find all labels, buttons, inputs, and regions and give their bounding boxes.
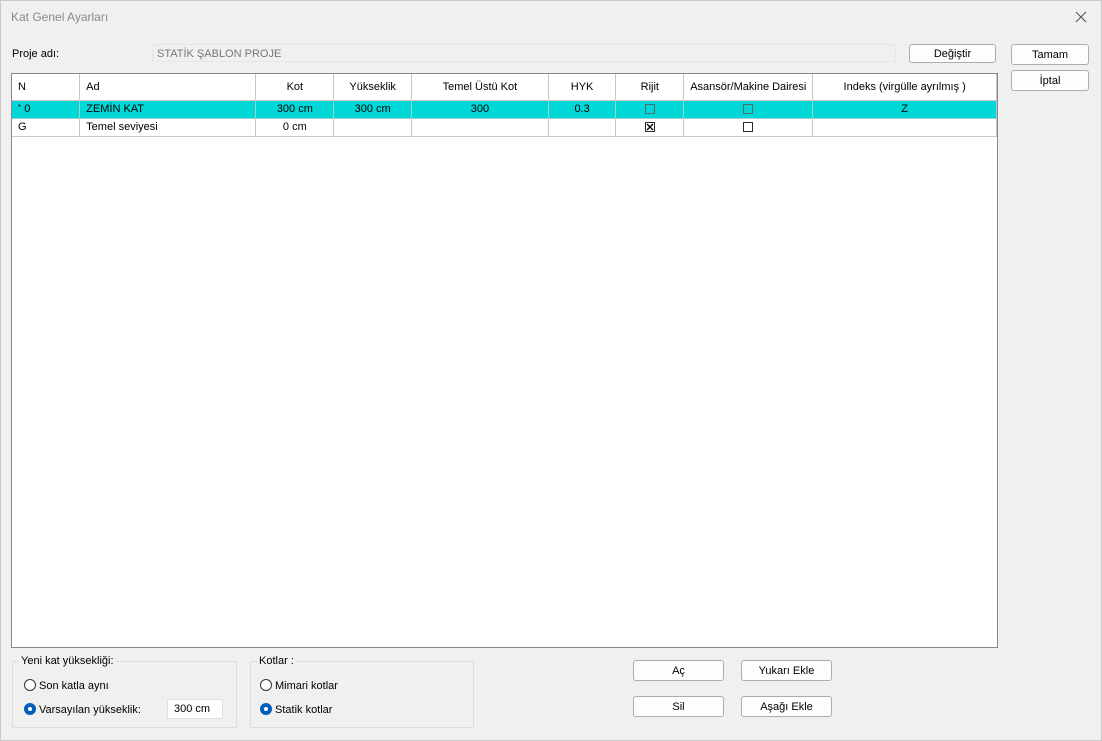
same-as-last-label[interactable]: Son katla aynı xyxy=(39,680,109,692)
delete-button[interactable]: Sil xyxy=(633,696,724,717)
col-header-asansor[interactable]: Asansör/Makine Dairesi xyxy=(683,74,814,101)
cell-yukseklik[interactable] xyxy=(333,117,413,137)
change-button[interactable]: Değiştir xyxy=(909,44,996,63)
col-header-temel-ustu-kot[interactable]: Temel Üstü Kot xyxy=(411,74,549,101)
floors-grid[interactable]: N Ad Kot Yükseklik Temel Üstü Kot HYK Ri… xyxy=(11,73,998,648)
cell-yukseklik[interactable]: 300 cm xyxy=(333,99,413,119)
ok-button[interactable]: Tamam xyxy=(1011,44,1089,65)
x-mark-icon xyxy=(646,123,654,131)
table-row[interactable]: * 0 ZEMİN KAT 300 cm 300 cm 300 0.3 Z xyxy=(12,99,997,119)
cell-n[interactable]: * 0 xyxy=(12,99,81,119)
col-header-n[interactable]: N xyxy=(12,74,81,101)
table-row[interactable]: G Temel seviyesi 0 cm xyxy=(12,117,997,137)
cell-hyk[interactable] xyxy=(547,117,617,137)
asansor-checkbox[interactable] xyxy=(743,104,754,115)
cell-hyk[interactable]: 0.3 xyxy=(547,99,617,119)
default-height-label[interactable]: Varsayılan yükseklik: xyxy=(39,704,141,716)
col-header-indeks[interactable]: Indeks (virgülle ayrılmış ) xyxy=(812,74,997,101)
cell-n[interactable]: G xyxy=(12,117,81,137)
col-header-kot[interactable]: Kot xyxy=(255,74,335,101)
levels-group: Kotlar : Mimari kotlar Statik kotlar xyxy=(250,655,474,728)
window-title: Kat Genel Ayarları xyxy=(11,10,109,24)
cell-temel-ustu-kot[interactable]: 300 xyxy=(411,99,549,119)
cell-kot[interactable]: 0 cm xyxy=(255,117,335,137)
floors-table: N Ad Kot Yükseklik Temel Üstü Kot HYK Ri… xyxy=(12,74,997,137)
cell-temel-ustu-kot[interactable] xyxy=(411,117,549,137)
dialog-window: Kat Genel Ayarları Proje adı: STATİK ŞAB… xyxy=(0,0,1102,741)
project-name-label: Proje adı: xyxy=(12,48,60,60)
asansor-checkbox[interactable] xyxy=(743,122,754,133)
structural-levels-radio[interactable] xyxy=(260,703,272,715)
title-bar: Kat Genel Ayarları xyxy=(1,1,1101,33)
col-header-rijit[interactable]: Rijit xyxy=(615,74,685,101)
rijit-checkbox[interactable] xyxy=(644,104,655,115)
col-header-hyk[interactable]: HYK xyxy=(547,74,617,101)
project-name-field: STATİK ŞABLON PROJE xyxy=(152,44,896,62)
col-header-ad[interactable]: Ad xyxy=(79,74,257,101)
table-header-row: N Ad Kot Yükseklik Temel Üstü Kot HYK Ri… xyxy=(12,74,997,101)
default-height-input[interactable]: 300 cm xyxy=(167,699,223,719)
cell-rijit[interactable] xyxy=(615,117,685,137)
row-marker: * xyxy=(18,103,22,112)
cell-n-value: 0 xyxy=(24,103,31,115)
open-button[interactable]: Aç xyxy=(633,660,724,681)
close-button[interactable] xyxy=(1067,5,1095,29)
col-header-yukseklik[interactable]: Yükseklik xyxy=(333,74,413,101)
rijit-checkbox[interactable] xyxy=(644,122,655,133)
cell-kot[interactable]: 300 cm xyxy=(255,99,335,119)
cell-indeks[interactable]: Z xyxy=(812,99,997,119)
architectural-levels-label[interactable]: Mimari kotlar xyxy=(275,680,338,692)
cancel-button[interactable]: İptal xyxy=(1011,70,1089,91)
cell-n-value: G xyxy=(18,121,27,133)
same-as-last-radio[interactable] xyxy=(24,679,36,691)
cell-asansor[interactable] xyxy=(683,99,814,119)
cell-indeks[interactable] xyxy=(812,117,997,137)
close-icon xyxy=(1075,11,1087,23)
add-above-button[interactable]: Yukarı Ekle xyxy=(741,660,832,681)
cell-asansor[interactable] xyxy=(683,117,814,137)
new-floor-height-title: Yeni kat yüksekliği: xyxy=(19,655,116,667)
cell-ad[interactable]: ZEMİN KAT xyxy=(79,99,257,119)
levels-title: Kotlar : xyxy=(257,655,296,667)
cell-rijit[interactable] xyxy=(615,99,685,119)
new-floor-height-group: Yeni kat yüksekliği: Son katla aynı Vars… xyxy=(12,655,237,728)
structural-levels-label[interactable]: Statik kotlar xyxy=(275,704,332,716)
architectural-levels-radio[interactable] xyxy=(260,679,272,691)
default-height-radio[interactable] xyxy=(24,703,36,715)
cell-ad[interactable]: Temel seviyesi xyxy=(79,117,257,137)
add-below-button[interactable]: Aşağı Ekle xyxy=(741,696,832,717)
